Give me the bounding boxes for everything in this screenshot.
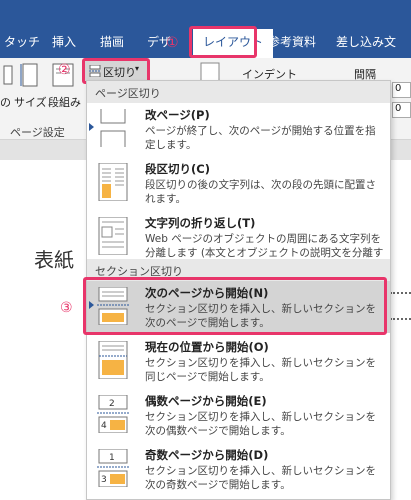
columns-button[interactable]: 段組み xyxy=(48,94,81,110)
orientation-button[interactable]: の xyxy=(0,94,11,110)
section-break-marker xyxy=(390,292,411,294)
section-break-marker-2 xyxy=(390,318,411,320)
menu-item-description: セクション区切りを挿入し、新しいセクションを次の奇数ページで開始します。 xyxy=(145,465,376,491)
svg-text:2: 2 xyxy=(109,399,115,409)
pointer-arrow-icon xyxy=(89,123,94,131)
size-icon xyxy=(20,62,40,88)
size-button[interactable]: サイズ xyxy=(14,94,47,110)
even-page-icon: 24 xyxy=(97,394,129,434)
menu-item-description: セクション区切りを挿入し、新しいセクションを次の偶数ページで開始します。 xyxy=(145,411,376,437)
spacing-after-input[interactable]: 0 行 xyxy=(392,102,411,118)
menu-item-title: 偶数ページから開始(E) xyxy=(145,394,267,408)
menu-item-title: 文字列の折り返し(T) xyxy=(145,216,256,230)
tab-insert[interactable]: 挿入 xyxy=(52,33,76,50)
svg-text:4: 4 xyxy=(101,421,107,431)
annotation-box-layout xyxy=(189,26,257,58)
annotation-number-3: ③ xyxy=(60,300,73,316)
svg-text:1: 1 xyxy=(109,453,115,463)
menu-item-title: 現在の位置から開始(O) xyxy=(145,340,269,354)
odd-page-icon: 13 xyxy=(97,448,129,488)
svg-text:3: 3 xyxy=(101,475,107,485)
menu-item-description: セクション区切りを挿入し、新しいセクションを同じページで開始します。 xyxy=(145,357,376,383)
menu-item-title: 奇数ページから開始(D) xyxy=(145,448,269,462)
cover-text: 表紙 xyxy=(34,248,74,272)
text-wrapping-icon xyxy=(97,216,129,256)
menu-item-continuous[interactable]: 現在の位置から開始(O) セクション区切りを挿入し、新しいセクションを同じページ… xyxy=(87,335,390,387)
menu-item-even-page[interactable]: 24 偶数ページから開始(E) セクション区切りを挿入し、新しいセクションを次の… xyxy=(87,389,390,441)
tab-references[interactable]: 参考資料 xyxy=(268,33,316,50)
menu-item-odd-page[interactable]: 13 奇数ページから開始(D) セクション区切りを挿入し、新しいセクションを次の… xyxy=(87,443,390,495)
page-breaks-header: ページ区切り xyxy=(87,81,390,103)
menu-item-description: ページが終了し、次のページが開始する位置を指定します。 xyxy=(145,125,376,151)
page-break-icon xyxy=(97,109,129,147)
annotation-box-next-page xyxy=(83,277,387,335)
spacing-before-input[interactable]: 0 行 xyxy=(392,82,411,98)
continuous-icon xyxy=(97,340,129,380)
menu-item-column-break[interactable]: 段区切り(C) 段区切りの後の文字列は、次の段の先頭に配置されます。 xyxy=(87,157,390,209)
page-setup-group-label: ページ設定 xyxy=(10,126,65,139)
tab-mailings[interactable]: 差し込み文 xyxy=(336,33,396,50)
tab-draw[interactable]: 描画 xyxy=(100,33,124,50)
annotation-number-2: ② xyxy=(58,62,71,78)
orientation-icon xyxy=(2,64,14,86)
menu-item-title: 段区切り(C) xyxy=(145,162,210,176)
tab-touch[interactable]: タッチ xyxy=(4,33,40,50)
menu-item-title: 改ページ(P) xyxy=(145,108,210,122)
menu-item-page-break[interactable]: 改ページ(P) ページが終了し、次のページが開始する位置を指定します。 xyxy=(87,103,390,155)
menu-item-description: 段区切りの後の文字列は、次の段の先頭に配置されます。 xyxy=(145,179,376,205)
annotation-number-1: ① xyxy=(166,35,179,51)
column-break-icon xyxy=(97,162,129,202)
